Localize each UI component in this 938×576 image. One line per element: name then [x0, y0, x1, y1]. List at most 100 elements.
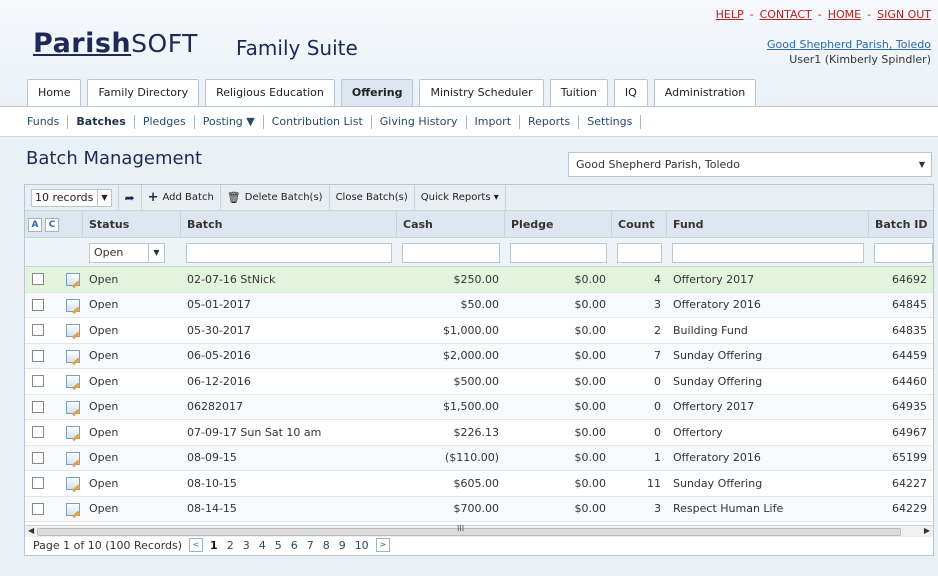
- subnav-import[interactable]: Import: [467, 115, 520, 128]
- edit-batch-icon[interactable]: [66, 400, 80, 414]
- subnav-settings[interactable]: Settings: [579, 115, 640, 128]
- table-row[interactable]: Open 08-09-15 ($110.00) $0.00 1 Offeratory 20…: [25, 445, 933, 471]
- cash-filter-input[interactable]: [402, 243, 500, 263]
- table-row[interactable]: Open 02-07-16 StNick $250.00 $0.00 4 Offertor…: [25, 267, 933, 293]
- subnav-pledges[interactable]: Pledges: [135, 115, 194, 128]
- fund-filter-input[interactable]: [672, 243, 864, 263]
- edit-batch-icon[interactable]: [66, 426, 80, 439]
- page-number-link[interactable]: 2: [227, 539, 234, 552]
- row-checkbox[interactable]: [32, 273, 44, 285]
- table-row[interactable]: Open 05-01-2017 $50.00 $0.00 3 Offeratory 201…: [25, 292, 933, 318]
- col-cash[interactable]: Cash: [397, 211, 505, 237]
- edit-batch-icon[interactable]: [66, 502, 80, 516]
- row-checkbox[interactable]: [32, 400, 44, 413]
- edit-batch-icon[interactable]: [66, 324, 80, 337]
- cell-fund: Sunday Offering: [673, 349, 763, 363]
- row-checkbox[interactable]: [32, 426, 44, 438]
- row-checkbox[interactable]: [32, 502, 44, 515]
- table-row[interactable]: Open 06282017 $1,500.00 $0.00 0 Offertory 201…: [25, 394, 933, 420]
- page-number-link[interactable]: 8: [323, 539, 330, 552]
- row-checkbox[interactable]: [32, 298, 44, 311]
- quick-reports-button[interactable]: Quick Reports ▾: [415, 185, 506, 211]
- table-row[interactable]: Open 07-09-17 Sun Sat 10 am $226.13 $0.00 0 O…: [25, 420, 933, 446]
- col-pledge[interactable]: Pledge: [505, 211, 612, 237]
- tab-home[interactable]: Home: [27, 79, 82, 106]
- row-checkbox[interactable]: [32, 477, 44, 489]
- table-row[interactable]: Open 08-14-15 $700.00 $0.00 3 Respect Human L…: [25, 496, 933, 522]
- page-number-link[interactable]: 1: [210, 539, 218, 552]
- tab-family-directory[interactable]: Family Directory: [87, 79, 200, 106]
- help-link[interactable]: HELP: [716, 8, 744, 21]
- subnav-funds[interactable]: Funds: [27, 115, 67, 128]
- grip-icon: III: [457, 524, 465, 533]
- page-number-link[interactable]: 6: [291, 539, 298, 552]
- tab-administration[interactable]: Administration: [653, 79, 757, 106]
- records-select[interactable]: 10 records ▼: [31, 188, 112, 207]
- row-checkbox[interactable]: [32, 349, 44, 362]
- edit-batch-icon[interactable]: [66, 451, 80, 465]
- subnav-giving-history[interactable]: Giving History: [372, 115, 466, 128]
- count-filter-input[interactable]: [617, 243, 662, 263]
- tab-tuition[interactable]: Tuition: [549, 79, 608, 106]
- batch-id-filter-input[interactable]: [874, 243, 933, 263]
- edit-batch-icon[interactable]: [66, 298, 80, 312]
- table-row[interactable]: Open 05-30-2017 $1,000.00 $0.00 2 Building Fu…: [25, 318, 933, 344]
- next-page-button[interactable]: >: [375, 538, 390, 552]
- subnav-contribution-list[interactable]: Contribution List: [264, 115, 371, 128]
- app-header: ParishSOFT Family Suite HELP - CONTACT - HOM…: [0, 0, 938, 115]
- horizontal-scrollbar[interactable]: ◀ III ▶: [25, 524, 933, 537]
- add-batch-button[interactable]: + Add Batch: [142, 185, 221, 211]
- col-batch[interactable]: Batch: [181, 211, 397, 237]
- subnav-reports[interactable]: Reports: [520, 115, 578, 128]
- edit-batch-icon[interactable]: [66, 273, 80, 286]
- row-checkbox[interactable]: [32, 324, 44, 336]
- grid-toolbar: 10 records ▼ ➦ + Add Batch 🗑 Delete Batch(s…: [25, 185, 933, 211]
- parishsoft-logo[interactable]: ParishSOFT: [33, 28, 198, 59]
- row-checkbox[interactable]: [32, 451, 44, 464]
- col-fund[interactable]: Fund: [667, 211, 869, 237]
- tab-iq[interactable]: IQ: [613, 79, 648, 106]
- page-number-link[interactable]: 10: [355, 539, 369, 552]
- col-status[interactable]: Status: [83, 211, 181, 237]
- tab-religious-education[interactable]: Religious Education: [205, 79, 335, 106]
- scrollbar-thumb[interactable]: [37, 528, 901, 536]
- edit-batch-icon[interactable]: [66, 477, 80, 490]
- go-arrow-button[interactable]: ➦: [119, 185, 142, 211]
- pledge-filter-input[interactable]: [510, 243, 607, 263]
- page-number-link[interactable]: 3: [243, 539, 250, 552]
- row-checkbox[interactable]: [32, 375, 44, 387]
- page-number-link[interactable]: 4: [259, 539, 266, 552]
- col-count[interactable]: Count: [612, 211, 667, 237]
- parish-select[interactable]: Good Shepherd Parish, Toledo ▼: [568, 152, 932, 177]
- auto-fit-columns-button[interactable]: A: [28, 218, 42, 232]
- customize-columns-button[interactable]: C: [45, 218, 59, 232]
- main-tabs: Home Family Directory Religious Educatio…: [27, 79, 757, 106]
- scroll-left-icon[interactable]: ◀: [28, 526, 34, 535]
- batch-filter-input[interactable]: [186, 243, 392, 263]
- page-number-link[interactable]: 7: [307, 539, 314, 552]
- home-link[interactable]: HOME: [828, 8, 861, 21]
- edit-batch-icon[interactable]: [66, 375, 80, 388]
- current-parish-link[interactable]: Good Shepherd Parish, Toledo: [767, 38, 931, 51]
- cell-batch: 05-01-2017: [187, 298, 251, 312]
- tab-ministry-scheduler[interactable]: Ministry Scheduler: [419, 79, 544, 106]
- status-filter-select[interactable]: Open ▼: [89, 243, 165, 263]
- suite-title: Family Suite: [236, 36, 358, 60]
- tab-offering[interactable]: Offering: [340, 79, 414, 106]
- delete-batch-button[interactable]: 🗑 Delete Batch(s): [221, 185, 330, 211]
- close-batch-button[interactable]: Close Batch(s): [330, 185, 415, 211]
- cell-count: 0: [654, 400, 661, 414]
- prev-page-button[interactable]: <: [189, 538, 204, 552]
- scroll-right-icon[interactable]: ▶: [924, 526, 930, 535]
- contact-link[interactable]: CONTACT: [760, 8, 812, 21]
- table-row[interactable]: Open 06-05-2016 $2,000.00 $0.00 7 Sunday Offe…: [25, 343, 933, 369]
- table-row[interactable]: Open 08-10-15 $605.00 $0.00 11 Sunday Offerin…: [25, 471, 933, 497]
- page-number-link[interactable]: 5: [275, 539, 282, 552]
- col-batch-id[interactable]: Batch ID: [869, 211, 933, 237]
- subnav-posting[interactable]: Posting ▼: [195, 115, 263, 128]
- edit-batch-icon[interactable]: [66, 349, 80, 363]
- subnav-batches[interactable]: Batches: [68, 115, 133, 128]
- sign-out-link[interactable]: SIGN OUT: [877, 8, 931, 21]
- page-number-link[interactable]: 9: [339, 539, 346, 552]
- table-row[interactable]: Open 06-12-2016 $500.00 $0.00 0 Sunday Offeri…: [25, 369, 933, 395]
